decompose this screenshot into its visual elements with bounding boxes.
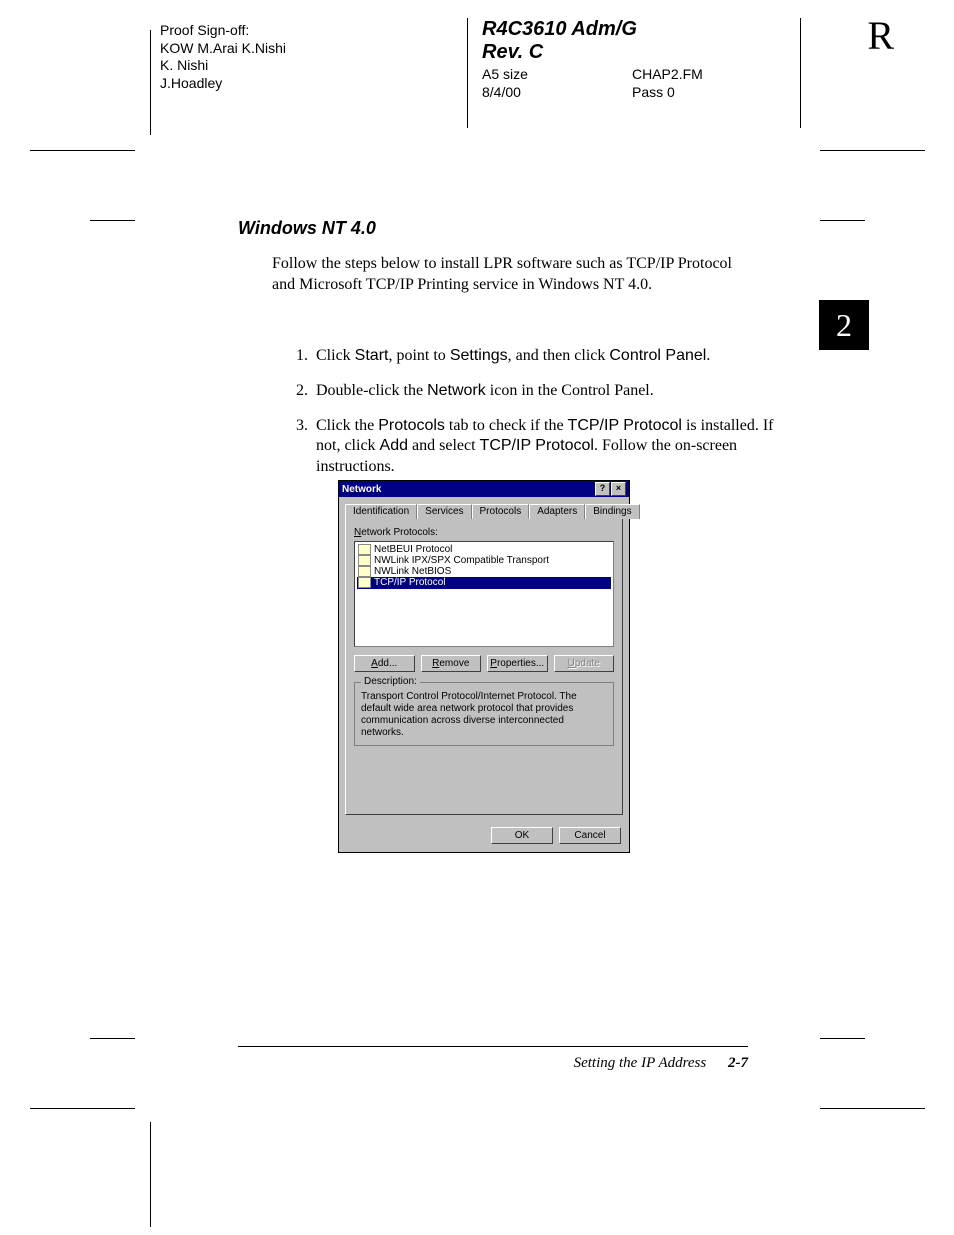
remove-button[interactable]: Remove xyxy=(421,655,482,672)
proof-signoff: Proof Sign-off: KOW M.Arai K.Nishi K. Ni… xyxy=(160,22,286,92)
tab-protocols[interactable]: Protocols xyxy=(472,504,530,519)
description-text: Transport Control Protocol/Internet Prot… xyxy=(361,691,607,739)
ui-term: Start xyxy=(355,347,389,364)
cropmark xyxy=(30,1108,135,1109)
step-list: Click Start, point to Settings, and then… xyxy=(272,346,792,492)
proof-line: J.Hoadley xyxy=(160,75,286,93)
protocol-icon xyxy=(358,555,371,566)
proof-line: KOW M.Arai K.Nishi xyxy=(160,40,286,58)
list-item[interactable]: NWLink IPX/SPX Compatible Transport xyxy=(357,555,611,566)
protocols-label: Network Protocols: xyxy=(354,527,614,538)
close-button[interactable]: × xyxy=(611,482,626,496)
cropmark xyxy=(820,1038,865,1039)
protocol-icon xyxy=(358,566,371,577)
update-button: Update xyxy=(554,655,615,672)
network-dialog: Network ? × Identification Services Prot… xyxy=(338,480,630,853)
add-button[interactable]: Add... xyxy=(354,655,415,672)
doc-id: R4C3610 Adm/G xyxy=(482,18,782,41)
ui-term: TCP/IP Protocol xyxy=(480,437,594,454)
cropmark xyxy=(150,1122,151,1227)
tab-row: Identification Services Protocols Adapte… xyxy=(339,497,629,518)
ui-term: Protocols xyxy=(378,417,445,434)
cropmark xyxy=(820,1108,925,1109)
ui-term: Add xyxy=(380,437,408,454)
tab-identification[interactable]: Identification xyxy=(345,504,417,519)
step-1: Click Start, point to Settings, and then… xyxy=(312,346,792,367)
dialog-footer: OK Cancel xyxy=(339,821,629,852)
intro-paragraph: Follow the steps below to install LPR so… xyxy=(272,254,742,296)
ui-term: TCP/IP Protocol xyxy=(568,417,682,434)
page-footer: Setting the IP Address 2-7 xyxy=(238,1046,748,1072)
doc-rev: Rev. C xyxy=(482,41,782,64)
list-item-selected[interactable]: TCP/IP Protocol xyxy=(357,577,611,588)
corner-letter: R xyxy=(867,12,894,59)
header-divider-2 xyxy=(800,18,801,128)
proof-line: K. Nishi xyxy=(160,57,286,75)
cropmark xyxy=(150,30,151,135)
doc-pass: Pass 0 xyxy=(632,84,782,102)
footer-chapter: Setting the IP Address xyxy=(574,1055,707,1071)
properties-button[interactable]: Properties... xyxy=(487,655,548,672)
protocol-icon xyxy=(358,544,371,555)
help-button[interactable]: ? xyxy=(595,482,610,496)
doc-size: A5 size xyxy=(482,66,632,84)
ui-term: Control Panel xyxy=(609,347,706,364)
cancel-button[interactable]: Cancel xyxy=(559,827,621,844)
step-2: Double-click the Network icon in the Con… xyxy=(312,381,792,402)
doc-date: 8/4/00 xyxy=(482,84,632,102)
cropmark xyxy=(90,1038,135,1039)
description-groupbox: Description: Transport Control Protocol/… xyxy=(354,682,614,746)
chapter-tab: 2 xyxy=(819,300,869,350)
list-item[interactable]: NWLink NetBIOS xyxy=(357,566,611,577)
cropmark xyxy=(820,220,865,221)
step-3: Click the Protocols tab to check if the … xyxy=(312,416,792,478)
doc-file: CHAP2.FM xyxy=(632,66,782,84)
description-label: Description: xyxy=(361,676,420,688)
tab-panel: Network Protocols: NetBEUI Protocol NWLi… xyxy=(345,518,623,815)
spacer xyxy=(354,746,614,806)
cropmark xyxy=(90,220,135,221)
header-divider-1 xyxy=(467,18,468,128)
list-item[interactable]: NetBEUI Protocol xyxy=(357,544,611,555)
ui-term: Settings xyxy=(450,347,508,364)
tab-services[interactable]: Services xyxy=(417,504,471,519)
ok-button[interactable]: OK xyxy=(491,827,553,844)
dialog-titlebar[interactable]: Network ? × xyxy=(339,481,629,497)
tab-bindings[interactable]: Bindings xyxy=(585,504,639,519)
header-mid: R4C3610 Adm/G Rev. C A5 size CHAP2.FM 8/… xyxy=(482,18,782,101)
cropmark xyxy=(30,150,135,151)
protocol-icon xyxy=(358,577,371,588)
proof-title: Proof Sign-off: xyxy=(160,22,286,40)
tab-adapters[interactable]: Adapters xyxy=(529,504,585,519)
cropmark xyxy=(820,150,925,151)
button-row: Add... Remove Properties... Update xyxy=(354,655,614,672)
ui-term: Network xyxy=(427,382,486,399)
protocols-listbox[interactable]: NetBEUI Protocol NWLink IPX/SPX Compatib… xyxy=(354,541,614,647)
section-title: Windows NT 4.0 xyxy=(238,218,376,239)
footer-page: 2-7 xyxy=(728,1055,748,1071)
dialog-title: Network xyxy=(342,484,594,495)
